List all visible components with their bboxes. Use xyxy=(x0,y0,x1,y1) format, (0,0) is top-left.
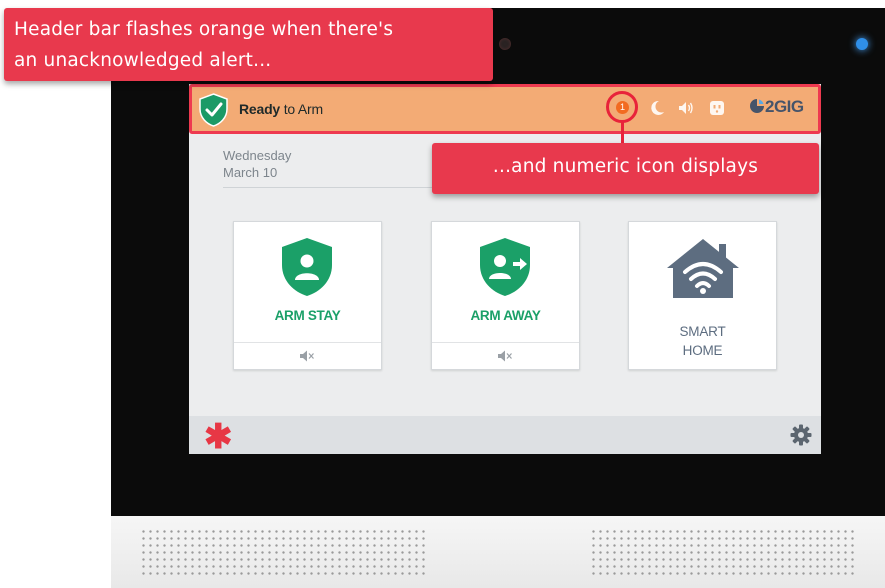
date-weekday: Wednesday xyxy=(223,148,292,163)
smart-home-label-line1: SMART xyxy=(679,324,726,339)
footer-bar xyxy=(189,416,821,454)
tile-divider xyxy=(234,342,381,343)
annotation-line1: Header bar flashes orange when there's xyxy=(14,19,394,40)
shield-check-icon[interactable] xyxy=(198,93,229,127)
smart-home-button[interactable]: SMART HOME xyxy=(628,221,777,370)
status-text-bold: Ready xyxy=(239,101,281,117)
brand-logo: 2GIG xyxy=(749,97,804,117)
arm-away-label: ARM AWAY xyxy=(470,308,541,323)
annotation-numeric-icon: ...and numeric icon displays xyxy=(432,143,819,194)
2gig-logo-icon xyxy=(750,99,764,113)
camera-lens xyxy=(499,38,511,50)
alert-count-badge[interactable]: 1 xyxy=(616,101,629,114)
speaker-muted-icon[interactable] xyxy=(299,349,315,363)
status-text[interactable]: Ready to Arm xyxy=(239,101,323,117)
speaker-grill-left xyxy=(140,528,428,576)
status-led xyxy=(856,38,868,50)
emergency-button[interactable]: ✱ xyxy=(204,420,233,454)
callout-pointer xyxy=(621,122,624,144)
gear-icon[interactable] xyxy=(790,424,812,446)
smart-home-label: SMART HOME xyxy=(629,322,776,360)
arm-stay-button[interactable]: ARM STAY xyxy=(233,221,382,370)
date-divider xyxy=(223,187,438,188)
annotation-header-flash: Header bar flashes orange when there's a… xyxy=(4,8,493,81)
shield-person-arrow-icon xyxy=(480,238,530,296)
smart-home-label-line2: HOME xyxy=(682,343,723,358)
arm-stay-label: ARM STAY xyxy=(274,308,341,323)
annotation-line2: an unacknowledged alert... xyxy=(14,50,272,71)
status-text-rest: to Arm xyxy=(280,101,323,117)
speaker-icon[interactable] xyxy=(677,99,695,117)
house-wifi-icon xyxy=(667,239,739,298)
shield-person-icon xyxy=(282,238,332,296)
outlet-icon[interactable] xyxy=(708,99,726,117)
moon-icon[interactable] xyxy=(648,99,666,117)
brand-name: 2GIG xyxy=(765,97,804,116)
speaker-grill-right xyxy=(590,528,855,576)
arm-away-button[interactable]: ARM AWAY xyxy=(431,221,580,370)
speaker-muted-icon[interactable] xyxy=(497,349,513,363)
date-text: March 10 xyxy=(223,165,278,180)
tile-divider xyxy=(432,342,579,343)
